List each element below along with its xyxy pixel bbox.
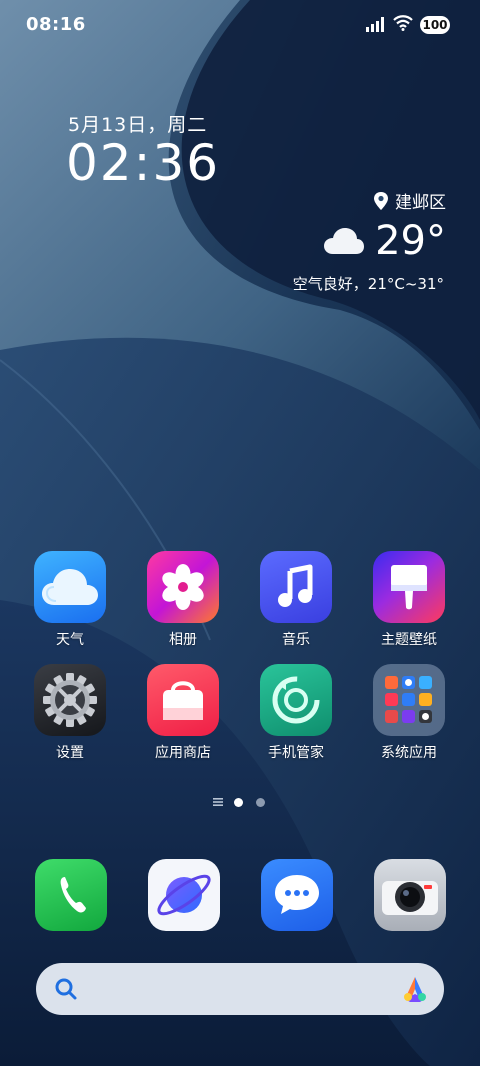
app-store-icon [147,664,219,736]
app-label: 设置 [56,745,84,761]
app-store[interactable]: 应用商店 [133,664,233,762]
signal-bars-icon [366,17,384,32]
dock-browser[interactable] [148,859,220,931]
app-label: 手机管家 [268,745,324,761]
dock-messages[interactable] [261,859,333,931]
menu-lines-icon[interactable] [213,797,223,807]
cloud-icon [324,228,365,254]
app-themes[interactable]: 主题壁纸 [359,551,459,649]
browser-app-icon [157,874,211,916]
page-dot[interactable] [256,798,265,807]
weather-current[interactable]: 29° [323,218,446,264]
app-label: 应用商店 [155,745,211,761]
search-icon[interactable] [54,977,78,1001]
app-label: 主题壁纸 [381,632,437,648]
app-label: 相册 [169,632,197,648]
ai-assistant-icon[interactable] [400,975,430,1003]
location-pin-icon [374,191,388,210]
date-text[interactable]: 5月13日，周二 [68,110,207,137]
camera-app-icon [382,881,438,915]
search-bar[interactable] [36,963,444,1015]
folder-system-apps[interactable]: 系统应用 [359,664,459,762]
weather-app-icon [34,551,106,623]
temperature: 29° [375,218,446,264]
status-bar: 08:16 100 [0,0,480,50]
app-phone-manager[interactable]: 手机管家 [246,664,346,762]
music-app-icon [260,551,332,623]
settings-app-icon [34,664,106,736]
status-time: 08:16 [26,14,86,35]
app-label: 系统应用 [381,745,437,761]
app-gallery[interactable]: 相册 [133,551,233,649]
app-weather[interactable]: 天气 [20,551,120,649]
dock-camera[interactable] [374,859,446,931]
app-settings[interactable]: 设置 [20,664,120,762]
clock-time[interactable]: 02:36 [66,134,220,192]
page-dot-active[interactable] [234,798,243,807]
weather-detail: 空气良好，21°C~31° [292,275,444,293]
dock-phone[interactable] [35,859,107,931]
app-label: 音乐 [282,632,310,648]
messages-app-icon [275,875,319,914]
app-music[interactable]: 音乐 [246,551,346,649]
battery-indicator: 100 [420,16,450,34]
app-label: 天气 [56,632,84,648]
phone-app-icon [60,877,86,913]
location-label: 建邺区 [395,193,446,213]
page-indicator[interactable] [0,795,480,811]
weather-location[interactable]: 建邺区 [373,188,446,213]
gallery-app-icon [147,551,219,623]
themes-app-icon [373,551,445,623]
phone-manager-icon [260,664,332,736]
system-apps-folder-icon [373,664,445,736]
wifi-icon [393,15,413,31]
